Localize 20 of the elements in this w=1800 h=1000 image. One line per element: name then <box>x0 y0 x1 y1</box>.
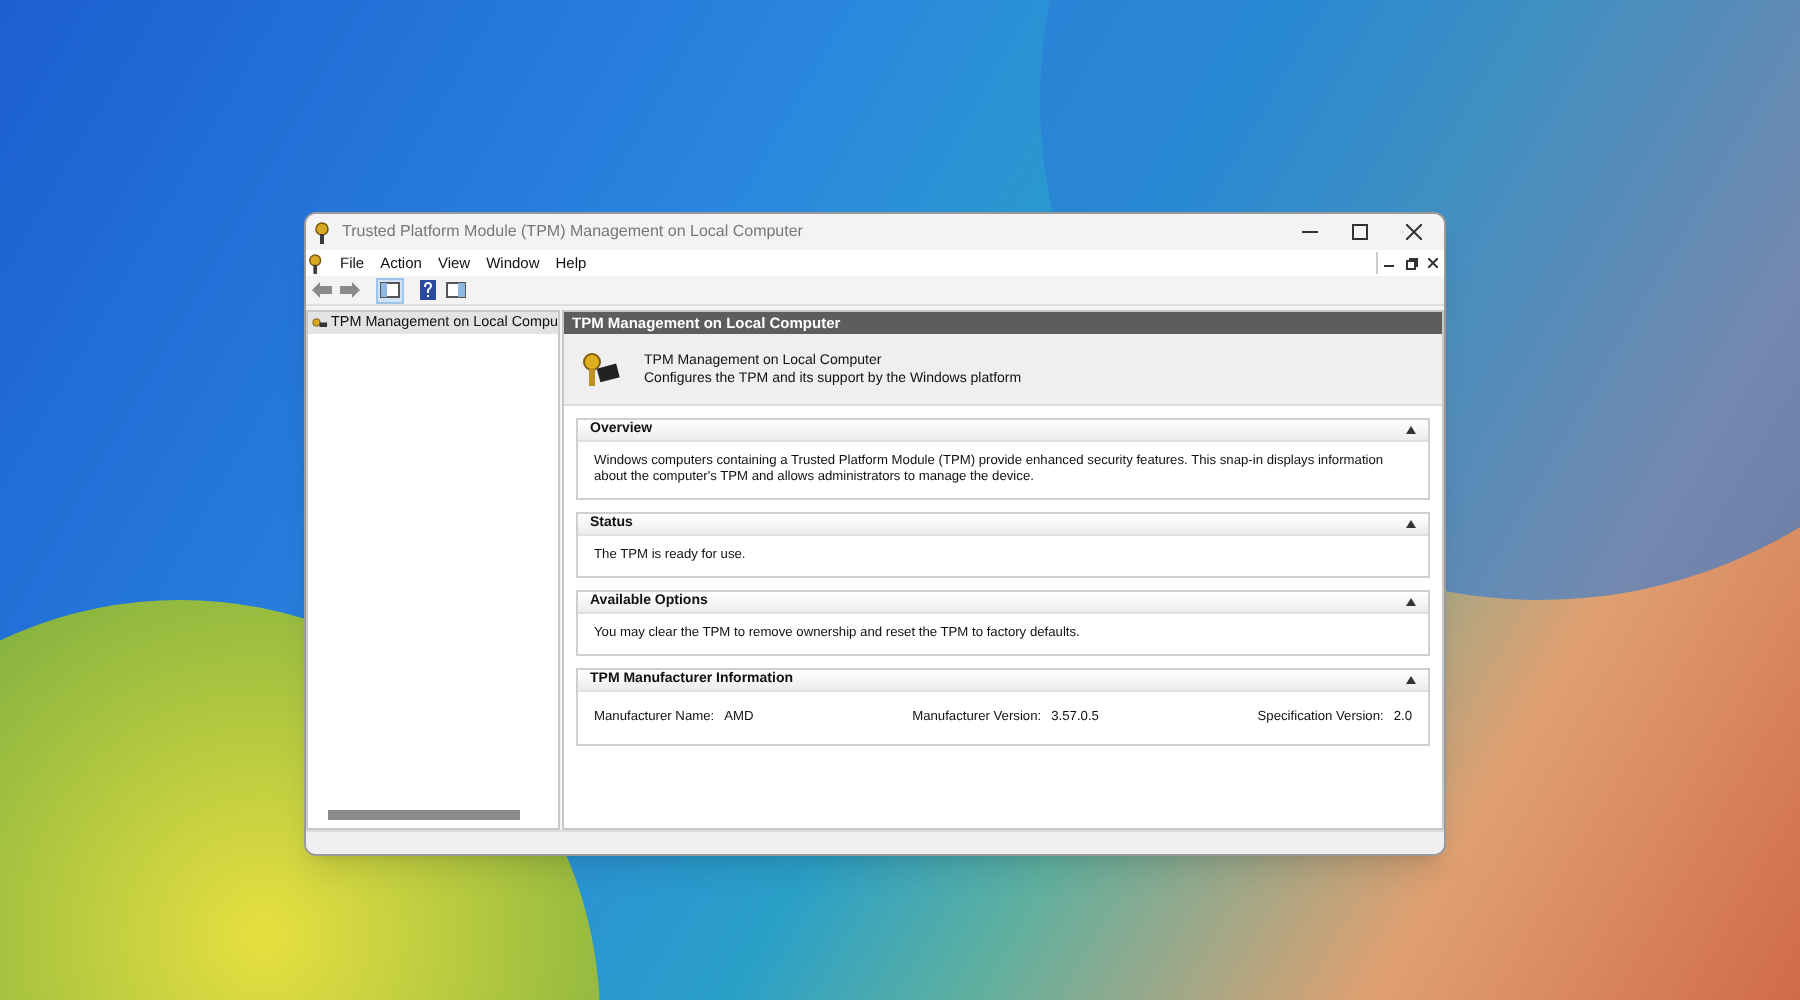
close-icon <box>1428 258 1438 268</box>
maximize-icon <box>1351 224 1367 240</box>
key-icon <box>312 315 328 331</box>
close-button[interactable] <box>1422 252 1444 274</box>
collapse-icon[interactable] <box>1406 598 1416 606</box>
key-chip-icon <box>580 351 620 387</box>
window-title: Trusted Platform Module (TPM) Management on Local Computer <box>342 220 803 244</box>
forward-button[interactable] <box>338 279 360 301</box>
action-pane-button[interactable] <box>444 278 468 302</box>
collapse-icon[interactable] <box>1406 426 1416 434</box>
back-button[interactable] <box>310 279 332 301</box>
show-tree-button[interactable] <box>376 277 404 303</box>
restore-button[interactable] <box>1400 252 1422 274</box>
close-icon <box>1406 224 1422 240</box>
collapse-icon[interactable] <box>1406 520 1416 528</box>
restore-icon <box>1405 257 1417 269</box>
key-icon <box>308 253 326 273</box>
help-button[interactable] <box>418 278 438 302</box>
collapse-icon[interactable] <box>1406 676 1416 684</box>
key-icon <box>314 221 334 243</box>
